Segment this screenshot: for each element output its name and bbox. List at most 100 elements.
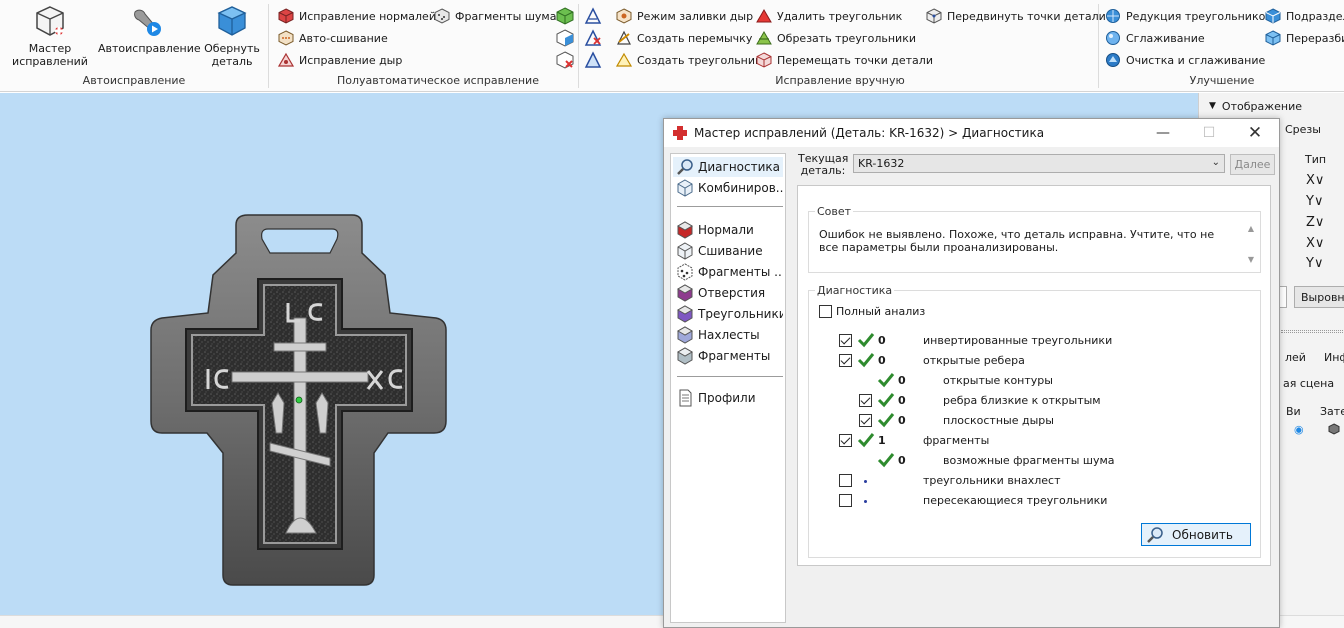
wrap-cube-icon xyxy=(217,6,247,36)
diag-count: 0 xyxy=(898,394,906,407)
scroll-up-icon[interactable]: ▲ xyxy=(1244,224,1258,233)
diag-checkbox-overlapping[interactable] xyxy=(839,474,852,487)
ribbon-separator xyxy=(1098,4,1099,88)
green-cube-icon[interactable] xyxy=(556,7,574,25)
diag-checkbox-planar-holes[interactable] xyxy=(859,414,872,427)
refresh-button[interactable]: Обновить xyxy=(1141,523,1251,546)
pending-dot-icon xyxy=(864,480,867,483)
diag-count: 1 xyxy=(878,434,886,447)
auto-stitch-button[interactable]: Авто-сшивание xyxy=(278,28,388,48)
dialog-titlebar[interactable]: Мастер исправлений (Деталь: KR-1632) > Д… xyxy=(664,119,1279,147)
delete-triangle-label: Удалить треугольник xyxy=(777,9,903,23)
autofix-button[interactable]: Автоисправление xyxy=(98,4,201,55)
diagnostics-panel: Совет Ошибок не выявлено. Похоже, что де… xyxy=(797,185,1271,566)
advice-group: Совет Ошибок не выявлено. Похоже, что де… xyxy=(808,205,1261,273)
nav-item-holes[interactable]: Отверстия xyxy=(673,283,783,303)
hole-fill-icon xyxy=(616,8,632,24)
current-part-select[interactable]: KR-1632 ⌄ xyxy=(853,154,1225,173)
advice-scrollbar[interactable]: ▲ ▼ xyxy=(1244,224,1258,272)
checkmark-icon xyxy=(877,453,895,468)
shade-cube-icon[interactable] xyxy=(1328,423,1340,435)
ribbon-separator xyxy=(578,4,579,88)
hole-fill-mode-button[interactable]: Режим заливки дыр xyxy=(616,6,753,26)
axis-row[interactable]: X∨ xyxy=(1306,173,1324,188)
info-tab[interactable]: Инф xyxy=(1324,351,1344,364)
shift-part-points-label: Передвинуть точки детали xyxy=(947,9,1106,23)
fix-normals-button[interactable]: Исправление нормалей xyxy=(278,6,436,26)
next-button-label: Далее xyxy=(1234,158,1271,171)
triangle-delete-icon xyxy=(756,9,772,23)
cube-delete-icon[interactable] xyxy=(556,51,574,69)
nav-item-combine[interactable]: Комбиниров... xyxy=(673,178,783,198)
fix-holes-label: Исправление дыр xyxy=(299,53,403,67)
trim-triangles-button[interactable]: Обрезать треугольники xyxy=(756,28,916,48)
dotted-cube-icon xyxy=(677,263,693,281)
nav-item-stitching[interactable]: Сшивание xyxy=(673,241,783,261)
nav-item-profiles[interactable]: Профили xyxy=(673,388,783,408)
nav-item-label: Треугольники xyxy=(698,307,783,321)
slices-tab[interactable]: Срезы xyxy=(1285,123,1321,136)
wizard-button[interactable]: Мастер исправлений xyxy=(10,4,90,68)
align-button[interactable]: Выровнь xyxy=(1294,286,1344,308)
nav-item-label: Фрагменты ... xyxy=(698,265,783,279)
diag-count: 0 xyxy=(898,454,906,467)
axis-row[interactable]: Z∨ xyxy=(1306,215,1324,230)
axis-row[interactable]: Y∨ xyxy=(1306,256,1323,271)
collapse-triangle-icon: ▼ xyxy=(1209,101,1216,111)
diag-count: 0 xyxy=(898,374,906,387)
minimize-button[interactable]: — xyxy=(1140,119,1186,147)
nav-item-shells[interactable]: Фрагменты xyxy=(673,346,783,366)
current-part-value: KR-1632 xyxy=(858,157,905,170)
move-part-points-button[interactable]: Перемещать точки детали xyxy=(756,50,933,70)
diag-checkbox-near-open[interactable] xyxy=(859,394,872,407)
axis-row[interactable]: Y∨ xyxy=(1306,194,1323,209)
diag-label: плоскостные дыры xyxy=(943,414,1054,427)
ribbon: Мастер исправлений Автоисправление Оберн… xyxy=(0,0,1344,92)
clean-smooth-button[interactable]: Очистка и сглаживание xyxy=(1105,50,1265,70)
remesh-button[interactable]: Переразби xyxy=(1265,28,1344,48)
close-button[interactable]: ✕ xyxy=(1232,119,1278,147)
shift-part-points-button[interactable]: Передвинуть точки детали xyxy=(926,6,1106,26)
subdivide-label: Подраздел xyxy=(1286,9,1344,23)
reduce-triangles-button[interactable]: Редукция треугольников xyxy=(1105,6,1272,26)
smoothing-button[interactable]: Сглаживание xyxy=(1105,28,1205,48)
nav-item-label: Сшивание xyxy=(698,244,763,258)
subdivide-button[interactable]: Подраздел xyxy=(1265,6,1344,26)
eye-icon[interactable]: ◉ xyxy=(1294,423,1304,436)
display-section-header[interactable]: ▼ Отображение xyxy=(1199,97,1344,115)
reduce-triangles-label: Редукция треугольников xyxy=(1126,9,1272,23)
nav-item-diagnostics[interactable]: Диагностика xyxy=(673,157,783,177)
overlap-cube-icon xyxy=(676,326,694,344)
nav-item-overlaps[interactable]: Нахлесты xyxy=(673,325,783,345)
diag-checkbox-open-edges[interactable] xyxy=(839,354,852,367)
scroll-down-icon[interactable]: ▼ xyxy=(1244,255,1258,264)
wizard-button-label: Мастер исправлений xyxy=(12,42,88,68)
nav-item-triangles[interactable]: Треугольники xyxy=(673,304,783,324)
wrap-part-button[interactable]: Обернуть деталь xyxy=(199,4,265,68)
delete-triangle-button[interactable]: Удалить треугольник xyxy=(756,6,902,26)
dialog-title: Мастер исправлений (Деталь: KR-1632) > Д… xyxy=(694,126,1045,140)
fix-holes-button[interactable]: Исправление дыр xyxy=(278,50,402,70)
axis-row[interactable]: X∨ xyxy=(1306,236,1324,251)
triangle-x-icon[interactable] xyxy=(584,29,602,47)
create-triangle-button[interactable]: Создать треугольник xyxy=(616,50,762,70)
cube-split-icon[interactable] xyxy=(556,29,574,47)
create-bridge-button[interactable]: Создать перемычку xyxy=(616,28,752,48)
triangle-trim-icon xyxy=(756,31,772,45)
maximize-button[interactable]: ☐ xyxy=(1186,119,1232,147)
diagnostics-legend: Диагностика xyxy=(815,284,895,297)
noise-shells-button[interactable]: Фрагменты шума xyxy=(434,6,556,26)
triangle-plus-icon[interactable] xyxy=(584,51,602,69)
diag-checkbox-shells[interactable] xyxy=(839,434,852,447)
nav-item-label: Нахлесты xyxy=(698,328,760,342)
next-button[interactable]: Далее xyxy=(1230,154,1275,175)
parts-tab[interactable]: лей xyxy=(1285,351,1306,364)
nav-item-noise-shells[interactable]: Фрагменты ... xyxy=(673,262,783,282)
diag-checkbox-inverted[interactable] xyxy=(839,334,852,347)
diag-checkbox-intersecting[interactable] xyxy=(839,494,852,507)
triangle-a-icon[interactable] xyxy=(584,7,602,25)
normals-cube-icon xyxy=(278,8,294,24)
nav-item-normals[interactable]: Нормали xyxy=(673,220,783,240)
group-label-manual: Исправление вручную xyxy=(775,74,905,87)
full-analysis-checkbox[interactable] xyxy=(819,305,832,318)
